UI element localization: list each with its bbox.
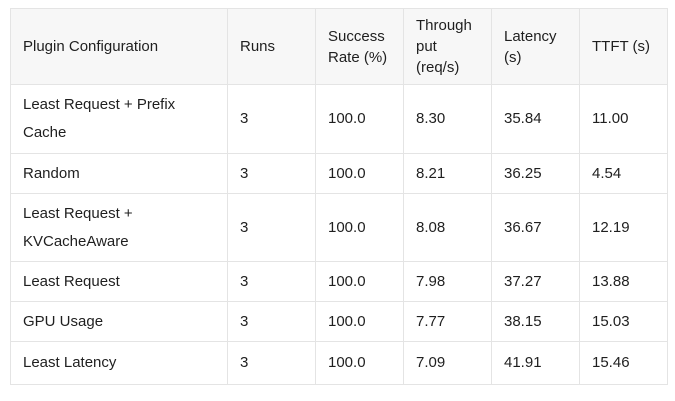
- header-row: Plugin Configuration Runs Success Rate (…: [10, 8, 668, 85]
- cell-latency: 36.67: [491, 193, 580, 262]
- cell-ttft: 15.03: [579, 301, 668, 342]
- cell-plugin-configuration: Least Request + Prefix Cache: [10, 84, 228, 154]
- cell-latency: 41.91: [491, 341, 580, 385]
- results-table-container: Plugin Configuration Runs Success Rate (…: [10, 8, 668, 385]
- cell-ttft: 12.19: [579, 193, 668, 262]
- cell-throughput: 8.21: [403, 153, 492, 194]
- header-success-rate: Success Rate (%): [315, 8, 404, 85]
- cell-runs: 3: [227, 341, 316, 385]
- cell-throughput: 7.09: [403, 341, 492, 385]
- cell-plugin-configuration: Least Request: [10, 261, 228, 302]
- cell-throughput: 8.30: [403, 84, 492, 154]
- cell-success-rate: 100.0: [315, 341, 404, 385]
- header-plugin-configuration: Plugin Configuration: [10, 8, 228, 85]
- cell-plugin-configuration: GPU Usage: [10, 301, 228, 342]
- cell-latency: 38.15: [491, 301, 580, 342]
- cell-success-rate: 100.0: [315, 84, 404, 154]
- cell-ttft: 15.46: [579, 341, 668, 385]
- cell-plugin-configuration: Least Request + KVCacheAware: [10, 193, 228, 262]
- cell-latency: 35.84: [491, 84, 580, 154]
- cell-ttft: 11.00: [579, 84, 668, 154]
- cell-throughput: 8.08: [403, 193, 492, 262]
- cell-ttft: 13.88: [579, 261, 668, 302]
- cell-runs: 3: [227, 153, 316, 194]
- cell-runs: 3: [227, 261, 316, 302]
- cell-success-rate: 100.0: [315, 301, 404, 342]
- table-row: Least Request + KVCacheAware 3 100.0 8.0…: [10, 193, 668, 262]
- cell-success-rate: 100.0: [315, 261, 404, 302]
- table-row: Least Request 3 100.0 7.98 37.27 13.88: [10, 261, 668, 302]
- header-runs: Runs: [227, 8, 316, 85]
- table-row: Least Latency 3 100.0 7.09 41.91 15.46: [10, 341, 668, 385]
- header-latency: Latency (s): [491, 8, 580, 85]
- table-body: Least Request + Prefix Cache 3 100.0 8.3…: [10, 84, 668, 385]
- cell-runs: 3: [227, 301, 316, 342]
- cell-throughput: 7.98: [403, 261, 492, 302]
- table-row: GPU Usage 3 100.0 7.77 38.15 15.03: [10, 301, 668, 342]
- header-throughput: Through put (req/s): [403, 8, 492, 85]
- cell-success-rate: 100.0: [315, 193, 404, 262]
- cell-throughput: 7.77: [403, 301, 492, 342]
- table-header: Plugin Configuration Runs Success Rate (…: [10, 8, 668, 85]
- plugin-results-table: Plugin Configuration Runs Success Rate (…: [10, 8, 668, 385]
- cell-plugin-configuration: Least Latency: [10, 341, 228, 385]
- cell-success-rate: 100.0: [315, 153, 404, 194]
- table-row: Random 3 100.0 8.21 36.25 4.54: [10, 153, 668, 194]
- cell-plugin-configuration: Random: [10, 153, 228, 194]
- header-ttft: TTFT (s): [579, 8, 668, 85]
- cell-runs: 3: [227, 193, 316, 262]
- table-row: Least Request + Prefix Cache 3 100.0 8.3…: [10, 84, 668, 154]
- cell-latency: 36.25: [491, 153, 580, 194]
- cell-latency: 37.27: [491, 261, 580, 302]
- cell-runs: 3: [227, 84, 316, 154]
- cell-ttft: 4.54: [579, 153, 668, 194]
